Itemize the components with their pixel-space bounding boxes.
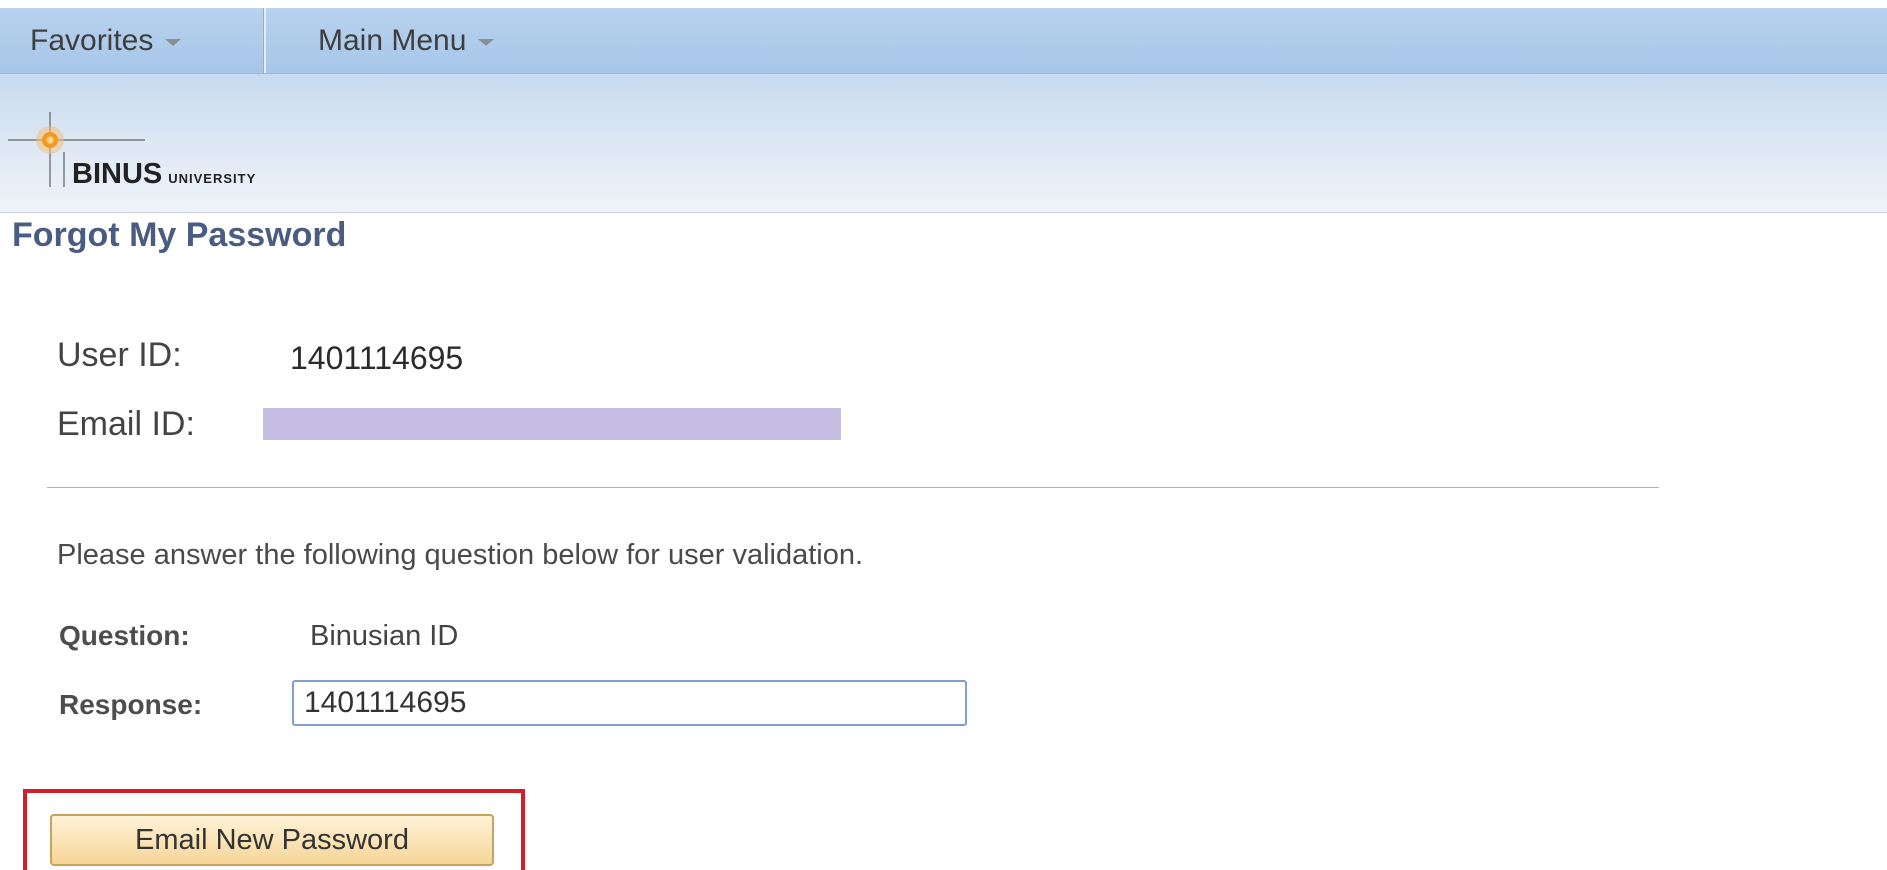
favorites-menu[interactable]: Favorites (30, 8, 182, 73)
logo-name: BINUS (72, 158, 163, 190)
logo-sub: UNIVERSITY (168, 171, 257, 186)
question-label: Question: (59, 620, 190, 651)
page: Favorites Main Menu BINUS UNIVERSITY Forg… (0, 0, 1887, 870)
instruction-text: Please answer the following question bel… (57, 539, 864, 571)
main-menu[interactable]: Main Menu (318, 8, 495, 73)
binus-logo: BINUS UNIVERSITY (8, 112, 428, 190)
email-id-redacted (263, 408, 841, 440)
top-nav-bar: Favorites Main Menu (0, 8, 1887, 74)
question-value: Binusian ID (310, 620, 459, 652)
chevron-down-icon (165, 39, 182, 46)
favorites-menu-label: Favorites (30, 23, 154, 57)
response-label: Response: (59, 689, 203, 720)
main-menu-label: Main Menu (318, 23, 467, 57)
logo-wordmark: BINUS UNIVERSITY (72, 158, 256, 191)
email-id-label: Email ID: (57, 405, 195, 443)
chevron-down-icon (478, 39, 495, 46)
divider (47, 487, 1659, 488)
user-id-value: 1401114695 (290, 340, 464, 376)
user-id-label: User ID: (57, 336, 182, 374)
nav-separator (263, 8, 266, 73)
page-title: Forgot My Password (12, 216, 347, 254)
response-input[interactable] (292, 680, 967, 726)
email-new-password-button[interactable]: Email New Password (50, 814, 494, 866)
